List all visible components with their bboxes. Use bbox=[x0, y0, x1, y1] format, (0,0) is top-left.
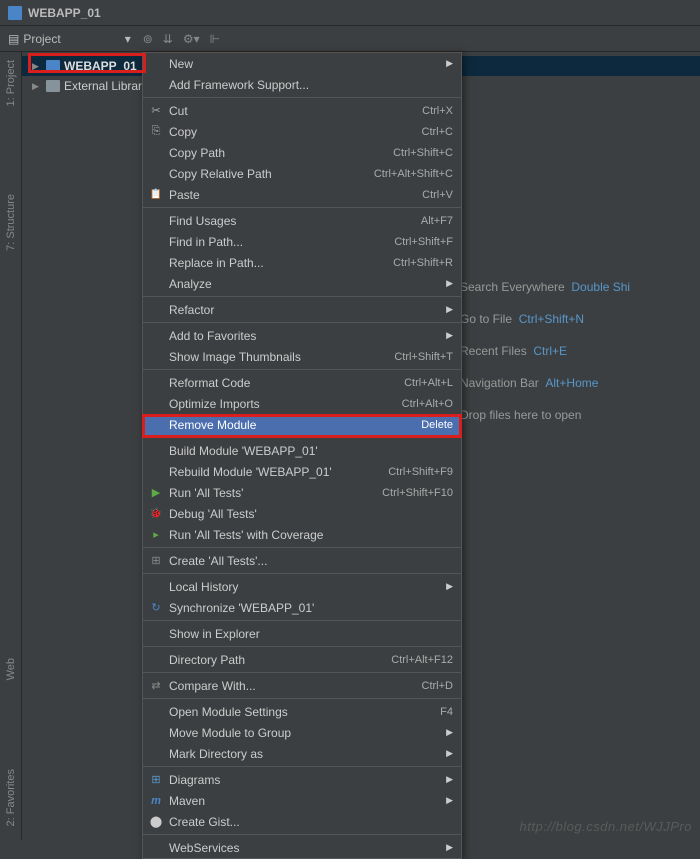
menu-rebuild-module[interactable]: Rebuild Module 'WEBAPP_01'Ctrl+Shift+F9 bbox=[143, 461, 461, 482]
menu-local-history[interactable]: Local History▶ bbox=[143, 576, 461, 597]
play-icon bbox=[149, 486, 163, 500]
chevron-right-icon: ▶ bbox=[446, 278, 453, 289]
menu-move-group[interactable]: Move Module to Group▶ bbox=[143, 722, 461, 743]
coverage-icon bbox=[149, 528, 163, 542]
menu-copy-path[interactable]: Copy PathCtrl+Shift+C bbox=[143, 142, 461, 163]
module-icon bbox=[46, 60, 60, 72]
menu-copy-relative-path[interactable]: Copy Relative PathCtrl+Alt+Shift+C bbox=[143, 163, 461, 184]
test-icon bbox=[149, 554, 163, 568]
menu-build-module[interactable]: Build Module 'WEBAPP_01' bbox=[143, 440, 461, 461]
gist-icon: ⬤ bbox=[149, 815, 163, 829]
scissors-icon bbox=[149, 104, 163, 118]
menu-create-gist[interactable]: ⬤Create Gist... bbox=[143, 811, 461, 832]
chevron-right-icon: ▶ bbox=[446, 748, 453, 759]
menu-diagrams[interactable]: Diagrams▶ bbox=[143, 769, 461, 790]
menu-remove-module[interactable]: Remove ModuleDelete bbox=[143, 414, 461, 435]
chevron-right-icon: ▶ bbox=[446, 842, 453, 853]
menu-run-coverage[interactable]: Run 'All Tests' with Coverage bbox=[143, 524, 461, 545]
menu-add-framework[interactable]: Add Framework Support... bbox=[143, 74, 461, 95]
chevron-right-icon: ▶ bbox=[446, 58, 453, 69]
window-title: WEBAPP_01 bbox=[28, 6, 101, 20]
dropdown-icon: ▾ bbox=[125, 32, 131, 46]
menu-create-tests[interactable]: Create 'All Tests'... bbox=[143, 550, 461, 571]
chevron-right-icon: ▶ bbox=[446, 774, 453, 785]
menu-copy[interactable]: CopyCtrl+C bbox=[143, 121, 461, 142]
menu-show-explorer[interactable]: Show in Explorer bbox=[143, 623, 461, 644]
gutter-web[interactable]: Web bbox=[3, 654, 19, 684]
window-icon: ▤ bbox=[8, 32, 19, 46]
target-icon[interactable]: ⊚ bbox=[143, 32, 153, 46]
menu-debug[interactable]: Debug 'All Tests' bbox=[143, 503, 461, 524]
menu-synchronize[interactable]: Synchronize 'WEBAPP_01' bbox=[143, 597, 461, 618]
maven-icon bbox=[149, 794, 163, 808]
project-view-selector[interactable]: ▤ Project ▾ bbox=[8, 32, 131, 46]
menu-mark-directory[interactable]: Mark Directory as▶ bbox=[143, 743, 461, 764]
menu-add-favorites[interactable]: Add to Favorites▶ bbox=[143, 325, 461, 346]
project-view-label: Project bbox=[23, 32, 60, 46]
menu-analyze[interactable]: Analyze▶ bbox=[143, 273, 461, 294]
chevron-right-icon: ▶ bbox=[446, 581, 453, 592]
diagram-icon bbox=[149, 773, 163, 787]
chevron-right-icon: ▶ bbox=[446, 304, 453, 315]
gutter-project[interactable]: 1: Project bbox=[3, 56, 19, 110]
project-toolbar: ▤ Project ▾ ⊚ ⇊ ⚙▾ ⊩ bbox=[0, 26, 700, 52]
paste-icon bbox=[149, 188, 163, 202]
sync-icon bbox=[149, 601, 163, 615]
menu-reformat[interactable]: Reformat CodeCtrl+Alt+L bbox=[143, 372, 461, 393]
compare-icon bbox=[149, 679, 163, 693]
settings-icon[interactable]: ⚙▾ bbox=[183, 32, 200, 46]
menu-refactor[interactable]: Refactor▶ bbox=[143, 299, 461, 320]
menu-new[interactable]: New▶ bbox=[143, 53, 461, 74]
menu-module-settings[interactable]: Open Module SettingsF4 bbox=[143, 701, 461, 722]
expand-arrow-icon[interactable]: ▶ bbox=[32, 61, 42, 72]
hide-icon[interactable]: ⊩ bbox=[210, 32, 220, 46]
welcome-content: Search Everywhere Double Shi Go to File … bbox=[460, 280, 630, 440]
menu-find-in-path[interactable]: Find in Path...Ctrl+Shift+F bbox=[143, 231, 461, 252]
gutter-favorites[interactable]: 2: Favorites bbox=[3, 765, 19, 830]
left-tool-gutter: 1: Project 7: Structure Web 2: Favorites bbox=[0, 52, 22, 840]
menu-paste[interactable]: PasteCtrl+V bbox=[143, 184, 461, 205]
menu-thumbnails[interactable]: Show Image ThumbnailsCtrl+Shift+T bbox=[143, 346, 461, 367]
module-label: WEBAPP_01 bbox=[64, 59, 137, 73]
collapse-icon[interactable]: ⇊ bbox=[163, 32, 173, 46]
chevron-right-icon: ▶ bbox=[446, 727, 453, 738]
chevron-right-icon: ▶ bbox=[446, 795, 453, 806]
external-label: External Librar bbox=[64, 79, 142, 93]
project-icon bbox=[8, 6, 22, 20]
menu-optimize-imports[interactable]: Optimize ImportsCtrl+Alt+O bbox=[143, 393, 461, 414]
menu-find-usages[interactable]: Find UsagesAlt+F7 bbox=[143, 210, 461, 231]
menu-compare[interactable]: Compare With...Ctrl+D bbox=[143, 675, 461, 696]
expand-arrow-icon[interactable]: ▶ bbox=[32, 81, 42, 92]
context-menu: New▶ Add Framework Support... CutCtrl+X … bbox=[142, 52, 462, 859]
bug-icon bbox=[149, 507, 163, 521]
gutter-structure[interactable]: 7: Structure bbox=[3, 190, 19, 255]
menu-maven[interactable]: Maven▶ bbox=[143, 790, 461, 811]
menu-replace-in-path[interactable]: Replace in Path...Ctrl+Shift+R bbox=[143, 252, 461, 273]
menu-run[interactable]: Run 'All Tests'Ctrl+Shift+F10 bbox=[143, 482, 461, 503]
menu-cut[interactable]: CutCtrl+X bbox=[143, 100, 461, 121]
menu-webservices[interactable]: WebServices▶ bbox=[143, 837, 461, 858]
chevron-right-icon: ▶ bbox=[446, 330, 453, 341]
copy-icon bbox=[149, 125, 163, 139]
library-icon bbox=[46, 80, 60, 92]
titlebar: WEBAPP_01 bbox=[0, 0, 700, 26]
menu-directory-path[interactable]: Directory PathCtrl+Alt+F12 bbox=[143, 649, 461, 670]
watermark: http://blog.csdn.net/WJJPro bbox=[520, 819, 692, 834]
